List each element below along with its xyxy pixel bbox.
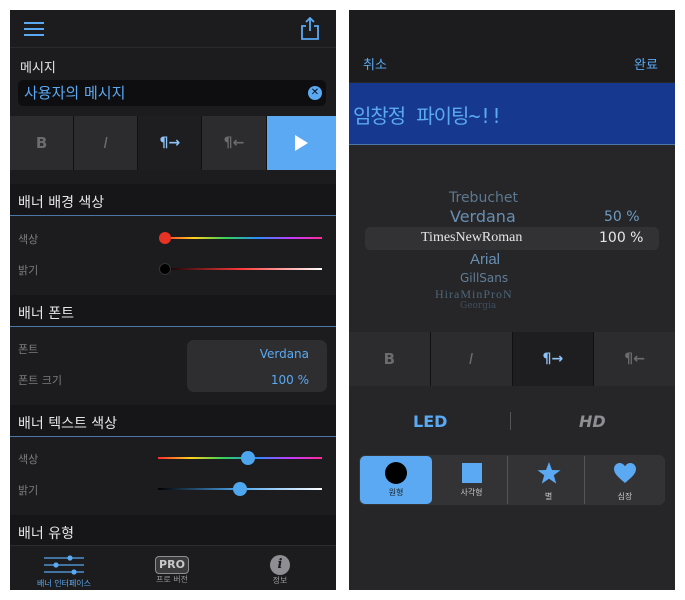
play-icon: [295, 135, 309, 151]
text-color-slider[interactable]: [158, 457, 322, 459]
bold-button[interactable]: B: [10, 116, 74, 170]
font-value: Verdana: [259, 347, 309, 361]
font-picker-screen: 취소 완료 임창정 파이팅~!! Trebuchet Verdana Times…: [349, 10, 675, 590]
font-option[interactable]: Verdana: [450, 207, 516, 226]
size-option[interactable]: 50 %: [604, 209, 640, 225]
heart-icon: [614, 463, 636, 483]
bg-brightness-label: 밝기: [18, 264, 39, 277]
settings-screen: 메시지 사용자의 메시지 ✕ B I ¶→ ¶← 배너 배경 색상 색상 밝기 …: [10, 10, 336, 590]
shape-label: 별: [544, 492, 553, 501]
font-option[interactable]: Georgia: [460, 301, 496, 311]
tab-label: 정보: [272, 576, 288, 585]
text-brightness-label: 밝기: [18, 484, 39, 497]
font-picker-box[interactable]: Verdana 100 %: [187, 340, 327, 392]
top-bar: [10, 10, 336, 48]
section-title: 배너 텍스트 색상: [18, 416, 118, 432]
text-color-thumb[interactable]: [241, 451, 255, 465]
pro-icon: PRO: [155, 556, 189, 574]
top-strip: [349, 10, 675, 48]
tab-banner-interface[interactable]: 배너 인터페이스: [10, 550, 118, 590]
format-toolbar: B I ¶→ ¶←: [10, 116, 336, 170]
ltr-button[interactable]: ¶→: [138, 116, 202, 170]
size-option-selected[interactable]: 100 %: [599, 230, 643, 246]
clear-icon[interactable]: ✕: [308, 86, 322, 100]
font-size-value: 100 %: [270, 373, 309, 387]
bg-color-thumb[interactable]: [159, 232, 171, 244]
share-icon[interactable]: [300, 16, 320, 41]
tab-pro-version[interactable]: PRO 프로 버전: [118, 550, 226, 590]
circle-icon: [385, 462, 407, 484]
cancel-button[interactable]: 취소: [363, 54, 387, 73]
tab-label: 프로 버전: [156, 575, 188, 584]
star-icon: [537, 462, 560, 484]
shape-square-button[interactable]: 사각형: [436, 456, 508, 504]
section-font: 배너 폰트: [10, 295, 336, 327]
shape-label: 사각형: [460, 488, 483, 497]
play-button[interactable]: [266, 116, 336, 170]
section-title: 배너 배경 색상: [18, 195, 105, 211]
text-color-label: 색상: [18, 453, 39, 466]
font-label: 폰트: [18, 343, 39, 356]
font-option[interactable]: Arial: [470, 251, 500, 268]
tab-info[interactable]: i 정보: [226, 550, 334, 590]
done-button[interactable]: 완료: [634, 54, 658, 73]
section-banner-type: 배너 유형: [10, 515, 336, 547]
mode-divider: [510, 412, 511, 430]
italic-button[interactable]: I: [74, 116, 138, 170]
sliders-icon: [44, 555, 84, 575]
font-option[interactable]: GillSans: [460, 271, 508, 285]
italic-button[interactable]: I: [430, 332, 512, 386]
section-text-color: 배너 텍스트 색상: [10, 405, 336, 437]
font-size-label: 폰트 크기: [18, 374, 62, 387]
info-icon: i: [270, 555, 290, 575]
shape-label: 원형: [388, 488, 404, 497]
menu-icon[interactable]: [24, 21, 44, 37]
sheet-header: [349, 48, 675, 82]
section-bg-color: 배너 배경 색상: [10, 184, 336, 216]
shape-heart-button[interactable]: 심장: [589, 456, 661, 504]
rtl-button[interactable]: ¶←: [202, 116, 266, 170]
bg-brightness-thumb[interactable]: [159, 263, 171, 275]
bg-brightness-slider[interactable]: [162, 268, 322, 270]
bg-color-slider[interactable]: [162, 237, 322, 239]
font-option-selected[interactable]: TimesNewRoman: [421, 230, 522, 246]
text-brightness-thumb[interactable]: [233, 482, 247, 496]
bg-color-label: 색상: [18, 233, 39, 246]
message-label: 메시지: [20, 61, 56, 76]
format-toolbar: B I ¶→ ¶←: [349, 332, 675, 386]
shape-circle-button[interactable]: 원형: [360, 456, 432, 504]
font-option[interactable]: HiraMinProN: [435, 287, 513, 302]
banner-preview: 임창정 파이팅~!!: [349, 83, 675, 145]
ltr-button[interactable]: ¶→: [512, 332, 594, 386]
led-option[interactable]: LED: [413, 412, 447, 431]
bold-button[interactable]: B: [349, 332, 430, 386]
font-option[interactable]: Trebuchet: [449, 190, 518, 206]
shape-star-button[interactable]: 별: [513, 456, 585, 504]
rtl-button[interactable]: ¶←: [594, 332, 675, 386]
shape-label: 심장: [617, 492, 633, 501]
message-input[interactable]: 사용자의 메시지 ✕: [18, 80, 326, 106]
banner-text: 임창정 파이팅~!!: [353, 104, 503, 128]
hd-option[interactable]: HD: [579, 412, 606, 431]
tab-label: 배너 인터페이스: [36, 579, 92, 588]
section-title: 배너 폰트: [18, 306, 74, 322]
message-input-value: 사용자의 메시지: [24, 84, 126, 102]
section-title: 배너 유형: [18, 526, 74, 542]
square-icon: [461, 463, 482, 483]
